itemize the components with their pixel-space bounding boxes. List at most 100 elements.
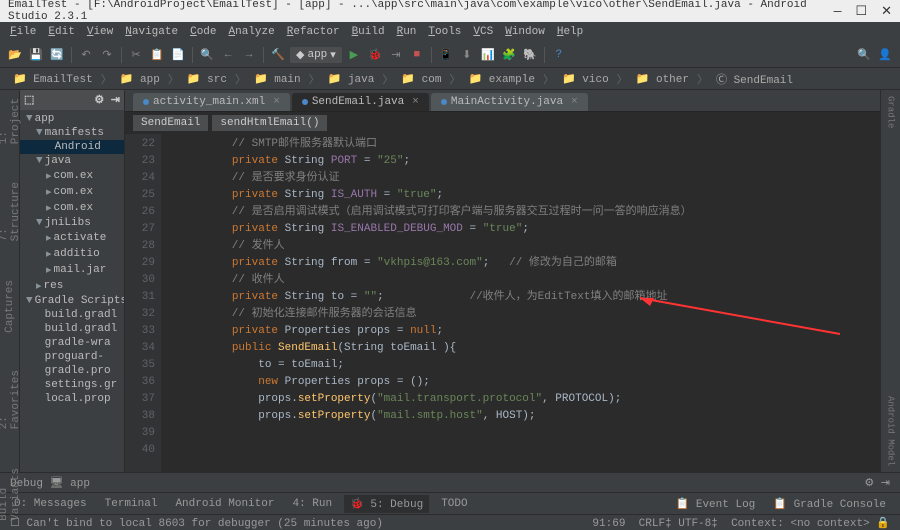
breadcrumb-item[interactable]: 📁 EmailTest (10, 71, 96, 87)
menu-run[interactable]: Run (393, 24, 421, 40)
tree-node[interactable]: ▸ mail.jar (20, 262, 124, 278)
tool-favorites[interactable]: 2: Favorites (0, 366, 22, 433)
tree-node[interactable]: ▼ jniLibs (20, 216, 124, 230)
tree-node[interactable]: ▸ res (20, 278, 124, 294)
menu-analyze[interactable]: Analyze (225, 24, 279, 40)
menu-refactor[interactable]: Refactor (283, 24, 344, 40)
attach-icon[interactable]: ⇥ (387, 46, 405, 64)
tree-node[interactable]: ▼ Gradle Scripts (20, 294, 124, 308)
build-icon[interactable]: 🔨 (269, 46, 287, 64)
tree-node[interactable]: ▸ activate (20, 230, 124, 246)
sync-icon[interactable]: 🔄 (48, 46, 66, 64)
menu-build[interactable]: Build (348, 24, 389, 40)
editor-tab[interactable]: MainActivity.java× (431, 93, 588, 111)
gear-icon[interactable]: ⚙ ⇥ (94, 93, 120, 107)
breadcrumb-item[interactable]: 📁 example (465, 71, 538, 87)
editor-tab[interactable]: activity_main.xml× (133, 93, 290, 111)
breadcrumb-item[interactable]: 📁 vico (559, 71, 612, 87)
tree-node[interactable]: ▸ com.ex (20, 168, 124, 184)
tree-node[interactable]: ▸ com.ex (20, 200, 124, 216)
stop-icon[interactable]: ■ (408, 46, 426, 64)
help-icon[interactable]: ? (550, 46, 568, 64)
crumb-item[interactable]: sendHtmlEmail() (212, 115, 327, 131)
bottom-tab[interactable]: 📋 Event Log (670, 495, 762, 513)
code-lines[interactable]: // SMTP邮件服务器默认端口 private String PORT = "… (161, 134, 880, 472)
close-tab-icon[interactable]: × (412, 96, 419, 108)
sync2-icon[interactable]: 🐘 (521, 46, 539, 64)
breadcrumb-item[interactable]: 📁 src (184, 71, 230, 87)
tool-project[interactable]: 1: Project (0, 94, 22, 148)
bottom-tab[interactable]: 4: Run (286, 496, 338, 512)
avatar-icon[interactable]: 👤 (876, 46, 894, 64)
structure-icon[interactable]: 🧩 (500, 46, 518, 64)
cut-icon[interactable]: ✂ (127, 46, 145, 64)
close-tab-icon[interactable]: × (571, 96, 578, 108)
tool-structure[interactable]: 7: Structure (0, 178, 22, 245)
bottom-tab[interactable]: TODO (435, 496, 473, 512)
editor-tab[interactable]: SendEmail.java× (292, 93, 429, 111)
encoding[interactable]: CRLF‡ UTF-8‡ (639, 518, 718, 530)
menu-view[interactable]: View (83, 24, 117, 40)
misc-icon[interactable]: 📊 (479, 46, 497, 64)
tree-node[interactable]: gradle-wra (20, 336, 124, 350)
tree-node[interactable]: gradle.pro (20, 364, 124, 378)
sdk-icon[interactable]: ⬇ (458, 46, 476, 64)
tree-node[interactable]: ▸ com.ex (20, 184, 124, 200)
context[interactable]: Context: <no context> (731, 518, 870, 530)
tree-node[interactable]: Android (20, 140, 124, 154)
run-config-selector[interactable]: ◆ app ▾ (290, 47, 342, 63)
code-area[interactable]: 22232425262728293031323334353637383940 /… (125, 134, 880, 472)
debug-icon[interactable]: 🐞 (366, 46, 384, 64)
bottom-tab[interactable]: 📋 Gradle Console (767, 495, 892, 513)
project-header[interactable]: ⬚⚙ ⇥ (20, 90, 124, 110)
tool-captures[interactable]: Captures (4, 276, 16, 337)
menu-file[interactable]: File (6, 24, 40, 40)
forward-icon[interactable]: → (240, 46, 258, 64)
save-icon[interactable]: 💾 (27, 46, 45, 64)
breadcrumb-item[interactable]: 📁 com (398, 71, 444, 87)
tool-buildvariants[interactable]: Build Variants (0, 464, 22, 525)
breadcrumb-item[interactable]: 📁 other (633, 71, 692, 87)
tree-node[interactable]: ▼ app (20, 112, 124, 126)
tree-node[interactable]: ▼ manifests (20, 126, 124, 140)
paste-icon[interactable]: 📄 (169, 46, 187, 64)
breadcrumb-item[interactable]: 📁 app (117, 71, 163, 87)
run-icon[interactable]: ▶ (345, 46, 363, 64)
maximize-icon[interactable]: ☐ (855, 4, 867, 19)
crumb-item[interactable]: SendEmail (133, 115, 208, 131)
tree-node[interactable]: settings.gr (20, 378, 124, 392)
bottom-tab[interactable]: Android Monitor (169, 496, 280, 512)
menu-code[interactable]: Code (186, 24, 220, 40)
tool-androidmodel[interactable]: Android Model (886, 396, 896, 466)
tree-node[interactable]: proguard- (20, 350, 124, 364)
menu-edit[interactable]: Edit (44, 24, 78, 40)
debug-header[interactable]: Debug 🖥 app ⚙ ⇥ (0, 472, 900, 492)
breadcrumb-item[interactable]: 📁 main (251, 71, 304, 87)
find-icon[interactable]: 🔍 (198, 46, 216, 64)
menu-help[interactable]: Help (553, 24, 587, 40)
tree-node[interactable]: local.prop (20, 392, 124, 406)
redo-icon[interactable]: ↷ (98, 46, 116, 64)
back-icon[interactable]: ← (219, 46, 237, 64)
menu-window[interactable]: Window (501, 24, 549, 40)
close-tab-icon[interactable]: × (273, 96, 280, 108)
avd-icon[interactable]: 📱 (437, 46, 455, 64)
undo-icon[interactable]: ↶ (77, 46, 95, 64)
breadcrumb-item[interactable]: Ⓒ SendEmail (713, 70, 796, 88)
breadcrumb-item[interactable]: 📁 java (325, 71, 378, 87)
menu-navigate[interactable]: Navigate (121, 24, 182, 40)
search-everywhere-icon[interactable]: 🔍 (855, 46, 873, 64)
minimize-icon[interactable]: — (834, 4, 842, 19)
menu-vcs[interactable]: VCS (469, 24, 497, 40)
open-icon[interactable]: 📂 (6, 46, 24, 64)
tree-node[interactable]: ▼ java (20, 154, 124, 168)
tool-gradle[interactable]: Gradle (886, 96, 896, 128)
tree-node[interactable]: ▸ additio (20, 246, 124, 262)
tree-node[interactable]: build.gradl (20, 322, 124, 336)
close-icon[interactable]: ✕ (881, 4, 892, 19)
bottom-tab[interactable]: Terminal (99, 496, 164, 512)
copy-icon[interactable]: 📋 (148, 46, 166, 64)
menu-tools[interactable]: Tools (424, 24, 465, 40)
gear-icon[interactable]: ⚙ ⇥ (864, 476, 890, 490)
tree-node[interactable]: build.gradl (20, 308, 124, 322)
